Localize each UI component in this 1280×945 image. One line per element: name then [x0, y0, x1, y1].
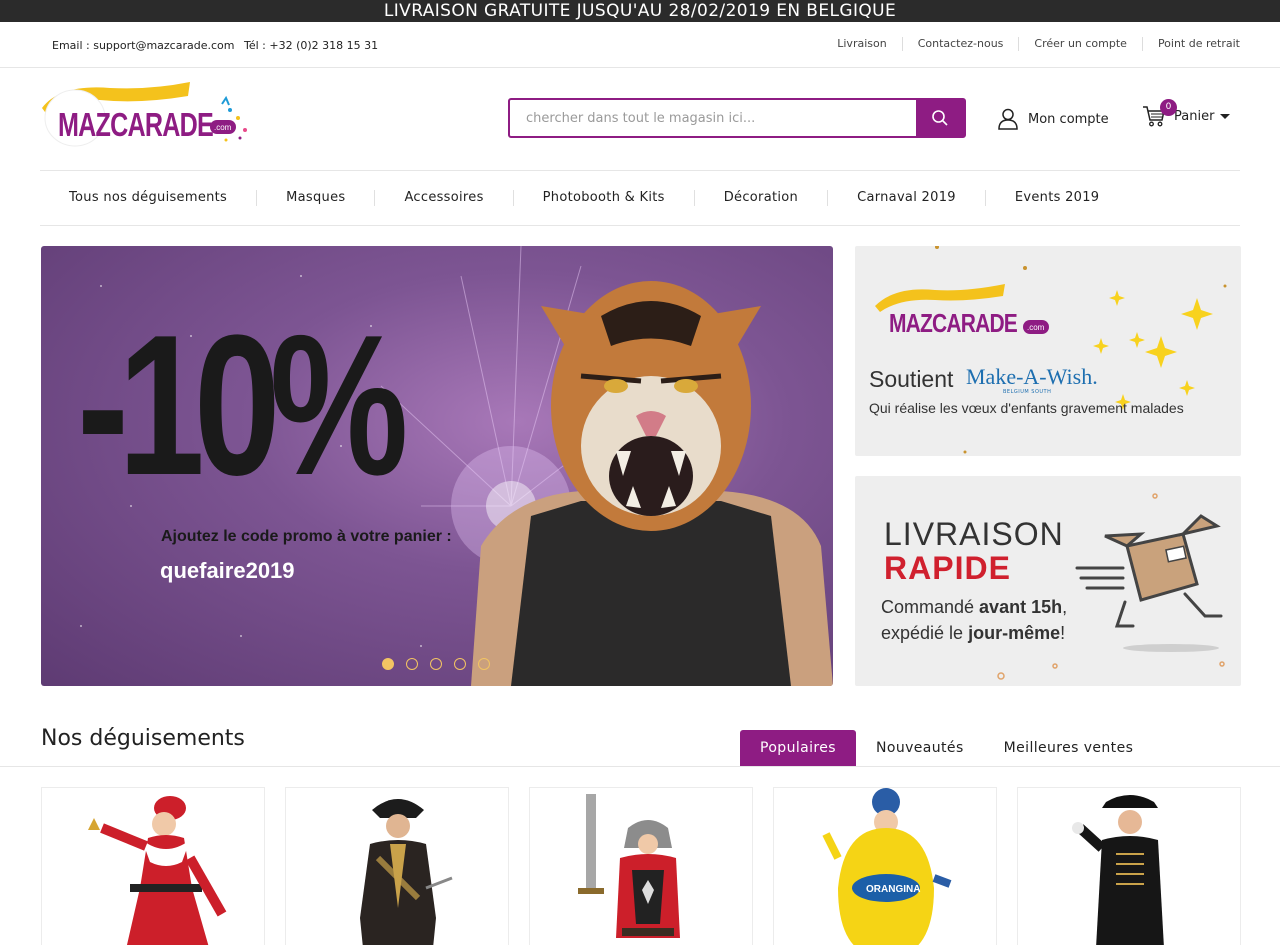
- delivery-line4-bold: jour-même: [968, 623, 1061, 643]
- section-title: Nos déguisements: [41, 726, 245, 751]
- slider-dot[interactable]: [454, 658, 466, 670]
- charity-soutient: Soutient: [869, 366, 954, 392]
- delivery-line4-post: !: [1060, 623, 1066, 643]
- logo-suffix: .com: [214, 123, 232, 132]
- hero-discount: -10%: [77, 294, 408, 517]
- charity-banner-art: MAZCARADE .com: [875, 246, 1227, 454]
- section-divider: [0, 766, 1280, 767]
- product-card[interactable]: ORANGINA: [773, 787, 997, 945]
- announcement-text: LIVRAISON GRATUITE JUSQU'AU 28/02/2019 E…: [383, 1, 897, 21]
- hero-promo-code: quefaire2019: [160, 558, 295, 583]
- contact-info: Email : support@mazcarade.com Tél : +32 …: [52, 39, 384, 52]
- charity-tagline: Qui réalise les vœux d'enfants gravement…: [869, 400, 1184, 416]
- product-card[interactable]: [1017, 787, 1241, 945]
- slider-dot[interactable]: [478, 658, 490, 670]
- contact-phone: Tél : +32 (0)2 318 15 31: [243, 39, 379, 52]
- announcement-bar: LIVRAISON GRATUITE JUSQU'AU 28/02/2019 E…: [0, 0, 1280, 22]
- link-livraison[interactable]: Livraison: [822, 37, 903, 51]
- link-contact[interactable]: Contactez-nous: [903, 37, 1020, 51]
- slider-dot[interactable]: [382, 658, 394, 670]
- product-list: ORANGINA: [41, 787, 1241, 945]
- nav-item-masks[interactable]: Masques: [257, 190, 376, 206]
- logo-text: MAZCARADE: [58, 106, 213, 143]
- make-a-wish-logo: Make-A-Wish.: [966, 364, 1098, 389]
- product-image-orangina: ORANGINA: [822, 788, 952, 945]
- hero-subtitle: Ajoutez le code promo à votre panier :: [161, 528, 452, 545]
- nav-item-photobooth[interactable]: Photobooth & Kits: [514, 190, 695, 206]
- charity-logo-text: MAZCARADE: [889, 308, 1018, 338]
- slider-dot[interactable]: [430, 658, 442, 670]
- charity-banner[interactable]: MAZCARADE .com Soutient Make-A-Wish. BEL…: [855, 246, 1241, 456]
- top-links: Livraison Contactez-nous Créer un compte…: [822, 37, 1240, 51]
- delivery-line3-bold: avant 15h: [979, 597, 1063, 617]
- product-card[interactable]: [529, 787, 753, 945]
- tab-populaires[interactable]: Populaires: [740, 730, 856, 767]
- link-create-account[interactable]: Créer un compte: [1019, 37, 1143, 51]
- product-image-pirate: [360, 799, 453, 945]
- nav-item-accessories[interactable]: Accessoires: [375, 190, 514, 206]
- product-card[interactable]: [41, 787, 265, 945]
- site-logo[interactable]: MAZCARADE .com: [40, 80, 250, 150]
- search-input[interactable]: [510, 100, 916, 136]
- search-bar: [508, 98, 966, 138]
- product-image-mere-noel: [88, 796, 227, 945]
- slider-dot[interactable]: [406, 658, 418, 670]
- hero-slider[interactable]: -10% Ajoutez le code promo à votre panie…: [41, 246, 833, 686]
- cart-count-badge: 0: [1160, 99, 1177, 116]
- product-tabs: Populaires Nouveautés Meilleures ventes: [740, 730, 1153, 767]
- search-icon: [932, 110, 948, 126]
- account-label: Mon compte: [1028, 111, 1109, 127]
- main-nav: Tous nos déguisements Masques Accessoire…: [40, 170, 1240, 226]
- delivery-line3-pre: Commandé: [881, 597, 980, 617]
- cart-button[interactable]: 0 Panier: [1142, 99, 1231, 128]
- delivery-line2: RAPIDE: [884, 550, 1011, 586]
- delivery-details: Commandé avant 15h, expédié le jour-même…: [881, 594, 1067, 646]
- user-icon: [998, 108, 1018, 130]
- delivery-banner[interactable]: LIVRAISON RAPIDE Commandé avant 15h, exp…: [855, 476, 1241, 686]
- delivery-line3-post: ,: [1062, 597, 1068, 617]
- search-button[interactable]: [916, 100, 964, 136]
- charity-logo-suffix: .com: [1027, 323, 1045, 332]
- tab-nouveautes[interactable]: Nouveautés: [856, 730, 984, 767]
- cart-label: Panier: [1174, 108, 1215, 124]
- product-image-pop-star: [1072, 795, 1164, 945]
- product-card[interactable]: [285, 787, 509, 945]
- account-link[interactable]: Mon compte: [998, 108, 1109, 130]
- delivery-line1: LIVRAISON: [884, 516, 1064, 552]
- tab-meilleures-ventes[interactable]: Meilleures ventes: [984, 730, 1154, 767]
- svg-text:ORANGINA: ORANGINA: [866, 884, 920, 895]
- nav-item-carnaval[interactable]: Carnaval 2019: [828, 190, 986, 206]
- nav-item-decoration[interactable]: Décoration: [695, 190, 829, 206]
- nav-item-events[interactable]: Events 2019: [986, 190, 1129, 206]
- delivery-line4-pre: expédié le: [881, 623, 969, 643]
- contact-email[interactable]: Email : support@mazcarade.com: [52, 39, 234, 52]
- product-image-knight: [578, 794, 680, 938]
- link-pickup-point[interactable]: Point de retrait: [1143, 37, 1240, 51]
- slider-dots: [382, 658, 502, 670]
- make-a-wish-subtext: BELGIUM SOUTH: [1003, 389, 1052, 395]
- chevron-down-icon: [1220, 113, 1231, 119]
- nav-item-all-costumes[interactable]: Tous nos déguisements: [40, 190, 258, 206]
- top-bar: Email : support@mazcarade.com Tél : +32 …: [0, 22, 1280, 68]
